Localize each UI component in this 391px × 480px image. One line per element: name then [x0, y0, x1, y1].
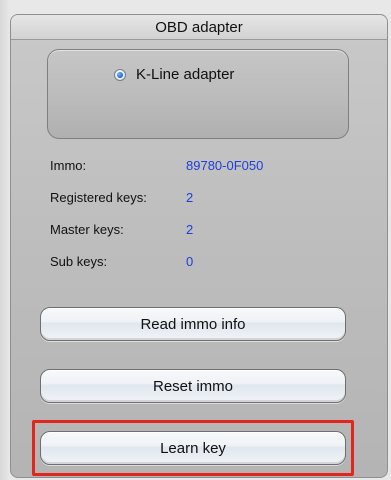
info-row-sub-keys: Sub keys: 0 — [50, 254, 360, 286]
kline-adapter-label: K-Line adapter — [136, 66, 235, 83]
kline-adapter-option[interactable]: K-Line adapter — [114, 66, 234, 83]
reset-immo-button[interactable]: Reset immo — [40, 369, 346, 403]
registered-keys-label: Registered keys: — [50, 190, 147, 205]
registered-keys-value: 2 — [186, 190, 194, 205]
application-window: OBD adapter K-Line adapter Immo: 89780-0… — [0, 0, 391, 480]
info-row-immo: Immo: 89780-0F050 — [50, 158, 360, 190]
sub-keys-label: Sub keys: — [50, 254, 108, 269]
adapter-selection-box: K-Line adapter — [47, 49, 349, 139]
panel-title-bar: OBD adapter — [11, 15, 387, 40]
master-keys-label: Master keys: — [50, 222, 124, 237]
left-edge-shadow — [0, 0, 10, 480]
panel-title: OBD adapter — [155, 18, 243, 36]
radio-button[interactable] — [114, 68, 126, 81]
info-row-master-keys: Master keys: 2 — [50, 222, 360, 254]
learn-key-button[interactable]: Learn key — [40, 431, 346, 465]
radio-selected-dot — [117, 71, 123, 78]
sub-keys-value: 0 — [186, 254, 194, 269]
immo-label: Immo: — [50, 158, 87, 173]
immo-info-section: Immo: 89780-0F050 Registered keys: 2 Mas… — [50, 158, 360, 286]
immo-value: 89780-0F050 — [186, 158, 264, 173]
info-row-registered-keys: Registered keys: 2 — [50, 190, 360, 222]
read-immo-info-button[interactable]: Read immo info — [40, 307, 346, 341]
master-keys-value: 2 — [186, 222, 194, 237]
